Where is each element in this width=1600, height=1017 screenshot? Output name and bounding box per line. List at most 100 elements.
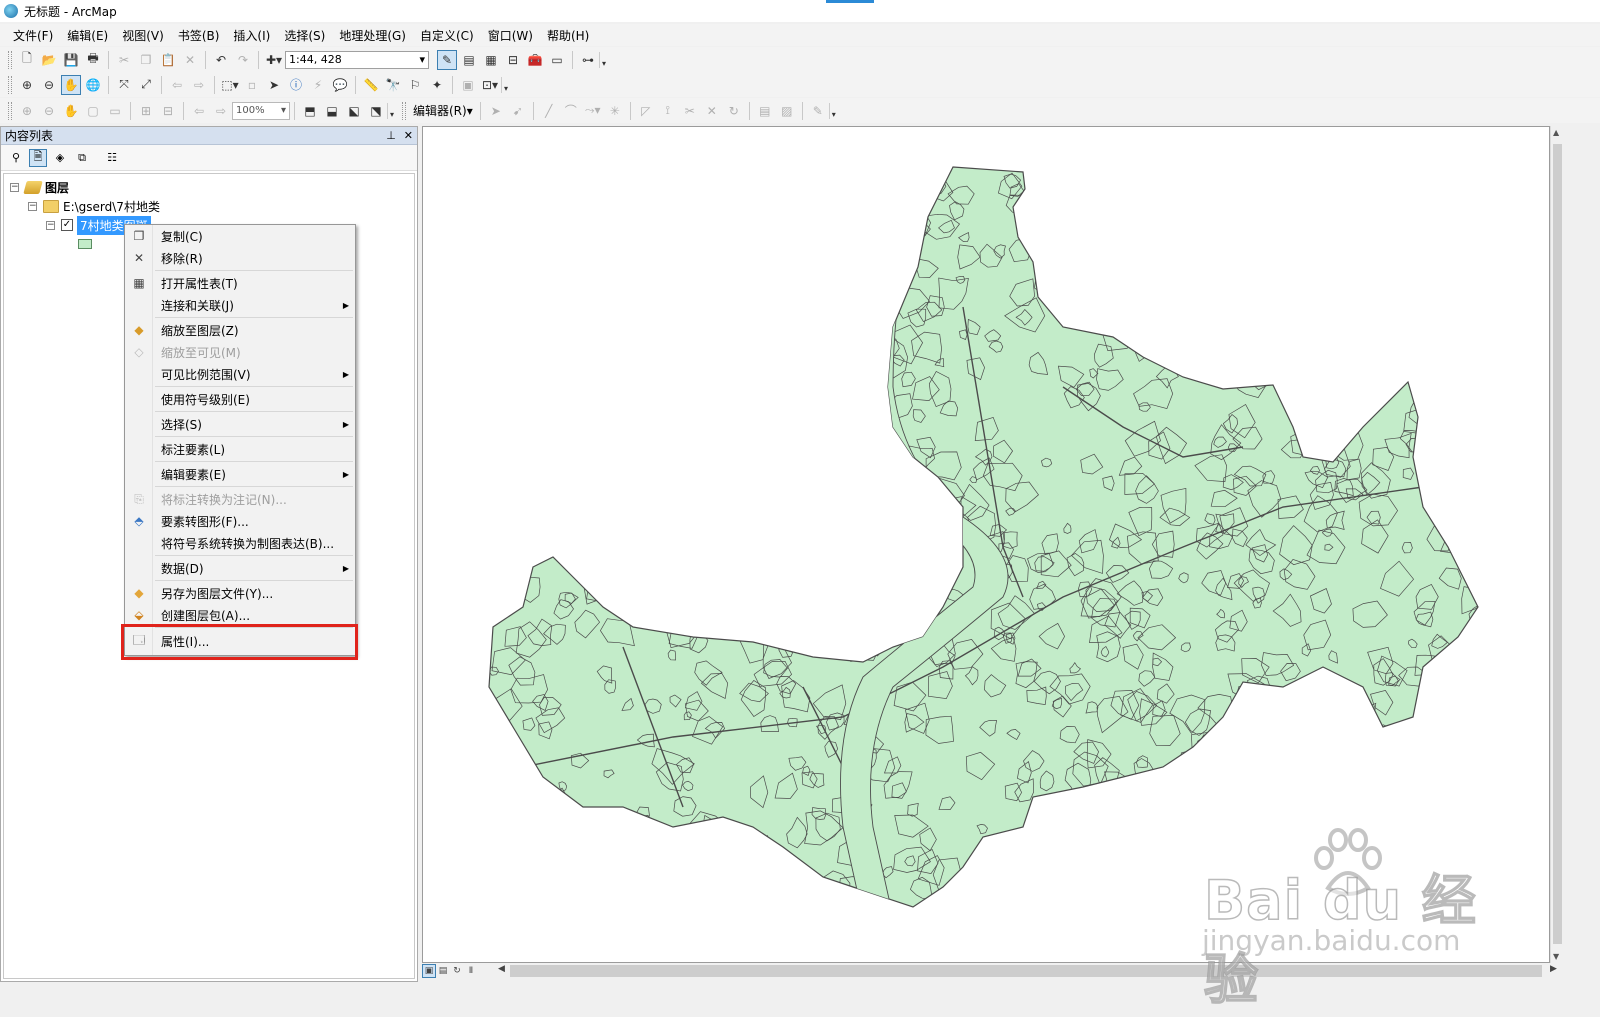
menu-windows[interactable]: 窗口(W): [481, 27, 540, 44]
menu-geoprocessing[interactable]: 地理处理(G): [332, 27, 413, 44]
data-view-icon[interactable]: ▣: [422, 964, 436, 978]
list-by-drawing-order-icon[interactable]: ⚲: [7, 149, 25, 167]
search-window-icon[interactable]: ⊟: [503, 50, 523, 70]
toolbar-grip[interactable]: [402, 101, 406, 120]
edit-tool-icon[interactable]: ➤: [486, 101, 506, 121]
select-features-icon[interactable]: ⬚▾: [220, 75, 240, 95]
menu-item-remove[interactable]: ✕ 移除(R): [125, 248, 355, 268]
pin-icon[interactable]: ⊥: [386, 129, 396, 142]
menu-item-zoom-to-layer[interactable]: ◆ 缩放至图层(Z): [125, 320, 355, 340]
list-by-source-icon[interactable]: 🗎: [29, 148, 47, 167]
map-scale-dropdown[interactable]: 1:44, 428 ▾: [285, 50, 429, 69]
vertical-scrollbar[interactable]: ▲ ▼: [1550, 126, 1564, 963]
cut-polygons-icon[interactable]: ✂: [680, 101, 700, 121]
menu-item-convert-features-to-graphics[interactable]: ⬘ 要素转图形(F)...: [125, 511, 355, 531]
go-to-xy-icon[interactable]: ✦: [427, 75, 447, 95]
toolbar-overflow-icon[interactable]: ▾: [501, 76, 510, 93]
vertical-scroll-thumb[interactable]: [1553, 144, 1562, 944]
split-tool-icon[interactable]: ✕: [702, 101, 722, 121]
menu-item-use-symbol-levels[interactable]: 使用符号级别(E): [125, 389, 355, 409]
menu-item-create-layer-package[interactable]: ⬙ 创建图层包(A)...: [125, 605, 355, 625]
full-extent-icon[interactable]: 🌐: [83, 75, 103, 95]
editor-menu[interactable]: 编辑器(R)▾: [410, 102, 476, 119]
layer-visibility-checkbox[interactable]: ✓: [61, 219, 73, 231]
layout-pan-icon[interactable]: ✋: [61, 101, 81, 121]
model-builder-icon[interactable]: ⊶: [578, 50, 598, 70]
viewer-window-icon[interactable]: ⊡▾: [480, 75, 500, 95]
hyperlink-icon[interactable]: ⚡: [308, 75, 328, 95]
map-display[interactable]: [422, 126, 1550, 963]
zoom-100-icon[interactable]: ▭: [105, 101, 125, 121]
menu-file[interactable]: 文件(F): [6, 27, 60, 44]
straight-segment-icon[interactable]: ╱: [539, 101, 559, 121]
map-canvas[interactable]: [423, 127, 1551, 964]
tree-row-layers[interactable]: − 图层: [10, 178, 69, 196]
menu-item-open-attribute-table[interactable]: ▦ 打开属性表(T): [125, 273, 355, 293]
options-icon[interactable]: ☷: [103, 149, 121, 167]
paste-icon[interactable]: 📋: [158, 50, 178, 70]
edit-vertices-icon[interactable]: ◸: [636, 101, 656, 121]
menu-insert[interactable]: 插入(I): [226, 27, 277, 44]
fixed-zoom-in-icon[interactable]: ⤧: [114, 75, 134, 95]
pause-drawing-icon[interactable]: Ⅱ: [464, 964, 478, 978]
select-elements-icon[interactable]: ➤: [264, 75, 284, 95]
close-icon[interactable]: ✕: [404, 129, 413, 142]
menu-item-edit-features[interactable]: 编辑要素(E) ▶: [125, 464, 355, 484]
clear-selection-icon[interactable]: ▫: [242, 75, 262, 95]
scroll-down-icon[interactable]: ▼: [1553, 952, 1559, 961]
menu-item-convert-symbology-to-representation[interactable]: 将符号系统转换为制图表达(B)...: [125, 533, 355, 553]
layout-zoom-dropdown[interactable]: 100% ▾: [232, 101, 290, 120]
toolbar-grip[interactable]: [8, 50, 12, 69]
scroll-right-icon[interactable]: ▶: [1550, 964, 1557, 974]
tree-row-folder[interactable]: − E:\gserd\7村地类: [28, 197, 160, 215]
layout-forward-icon[interactable]: ⇨: [211, 101, 231, 121]
menu-bookmarks[interactable]: 书签(B): [171, 27, 227, 44]
sketch-properties-icon[interactable]: ▨: [777, 101, 797, 121]
identify-icon[interactable]: ⓘ: [286, 75, 306, 95]
menu-customize[interactable]: 自定义(C): [413, 27, 481, 44]
point-icon[interactable]: ✳: [605, 101, 625, 121]
create-features-icon[interactable]: ✎: [808, 101, 828, 121]
menu-item-convert-labels-to-annotation[interactable]: ⎘ 将标注转换为注记(N)...: [125, 489, 355, 509]
python-window-icon[interactable]: ▭: [547, 50, 567, 70]
editor-toolbar-icon[interactable]: ✎: [437, 49, 457, 70]
find-route-icon[interactable]: ⚐: [405, 75, 425, 95]
menu-item-label-features[interactable]: 标注要素(L): [125, 439, 355, 459]
menu-view[interactable]: 视图(V): [115, 27, 171, 44]
arctoolbox-icon[interactable]: 🧰: [525, 50, 545, 70]
save-icon[interactable]: 💾: [61, 50, 81, 70]
menu-help[interactable]: 帮助(H): [540, 27, 596, 44]
menu-selection[interactable]: 选择(S): [277, 27, 332, 44]
edit-annotation-icon[interactable]: ➹: [508, 101, 528, 121]
undo-icon[interactable]: ↶: [211, 50, 231, 70]
add-data-icon[interactable]: ✚▾: [264, 50, 284, 70]
menu-edit[interactable]: 编辑(E): [60, 27, 115, 44]
forward-extent-icon[interactable]: ⇨: [189, 75, 209, 95]
layout-zoom-out-icon[interactable]: ⊖: [39, 101, 59, 121]
change-layout-icon[interactable]: ⬕: [344, 101, 364, 121]
menu-item-zoom-to-visible[interactable]: ◇ 缩放至可见(M): [125, 342, 355, 362]
toc-window-icon[interactable]: ▤: [459, 50, 479, 70]
new-document-icon[interactable]: 🗋: [17, 50, 37, 70]
trace-icon[interactable]: ⤳▾: [583, 101, 603, 121]
zoom-whole-page-icon[interactable]: ▢: [83, 101, 103, 121]
menu-item-copy[interactable]: ❐ 复制(C): [125, 226, 355, 246]
copy-icon[interactable]: ❐: [136, 50, 156, 70]
html-popup-icon[interactable]: 💬: [330, 75, 350, 95]
zoom-out-icon[interactable]: ⊖: [39, 75, 59, 95]
scroll-up-icon[interactable]: ▲: [1553, 128, 1559, 137]
toolbar-grip[interactable]: [8, 101, 12, 120]
time-slider-icon[interactable]: ▣: [458, 75, 478, 95]
attributes-icon[interactable]: ▤: [755, 101, 775, 121]
pan-hand-icon[interactable]: ✋: [61, 74, 81, 95]
toolbar-overflow-icon[interactable]: ▾: [599, 51, 608, 68]
list-by-visibility-icon[interactable]: ◈: [51, 149, 69, 167]
horizontal-scroll-thumb[interactable]: [510, 965, 1542, 977]
list-by-selection-icon[interactable]: ⧉: [73, 149, 91, 167]
fixed-zoom-layout-icon[interactable]: ⊞: [136, 101, 156, 121]
zoom-in-icon[interactable]: ⊕: [17, 75, 37, 95]
layout-zoom-in-icon[interactable]: ⊕: [17, 101, 37, 121]
menu-item-joins-relates[interactable]: 连接和关联(J) ▶: [125, 295, 355, 315]
cut-icon[interactable]: ✂: [114, 50, 134, 70]
measure-icon[interactable]: 📏: [361, 75, 381, 95]
